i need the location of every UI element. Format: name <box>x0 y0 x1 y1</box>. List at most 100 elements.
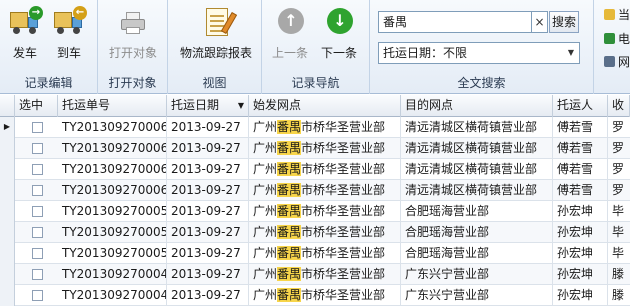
table-row[interactable]: TY201309270004 2013-09-27 广州番禺市桥华圣营业部 广东兴宁营… <box>0 264 630 285</box>
cell-shipper: 孙宏坤 <box>553 243 608 264</box>
origin-prefix: 广州 <box>253 267 278 281</box>
cell-shipper: 孙宏坤 <box>553 285 608 306</box>
cell-shipper: 孙宏坤 <box>553 264 608 285</box>
search-highlight: 番禺 <box>277 204 302 218</box>
group-record-edit: → 发车 ← 到车 记录编辑 <box>0 0 98 94</box>
row-selector[interactable] <box>0 243 15 264</box>
row-selector[interactable] <box>0 222 15 243</box>
cell-date: 2013-09-27 <box>167 243 249 264</box>
date-filter-value: 托运日期：不限 <box>383 46 468 60</box>
cell-destination: 广东兴宁营业部 <box>401 285 553 306</box>
tracking-report-button[interactable]: 物流跟踪报表 <box>174 6 258 61</box>
cell-date: 2013-09-27 <box>167 138 249 159</box>
row-selector[interactable] <box>0 285 15 306</box>
cell-waybill: TY201309270005 <box>58 201 167 222</box>
table-row[interactable]: TY201309270006 2013-09-27 广州番禺市桥华圣营业部 清远清城区… <box>0 180 630 201</box>
origin-prefix: 广州 <box>253 225 278 239</box>
search-highlight: 番禺 <box>277 288 302 302</box>
cell-receiver: 毕 <box>612 204 625 218</box>
column-header-date[interactable]: 托运日期 ▼ <box>167 95 249 117</box>
cell-origin: 广州番禺市桥华圣营业部 <box>249 117 401 138</box>
cell-receiver: 毕 <box>612 225 625 239</box>
column-header-origin[interactable]: 始发网点 <box>249 95 401 117</box>
cell-origin: 广州番禺市桥华圣营业部 <box>249 180 401 201</box>
group-record-nav: ↑ 上一条 ↓ 下一条 记录导航 <box>262 0 370 94</box>
column-header-receiver[interactable]: 收 <box>608 95 630 117</box>
column-header-destination[interactable]: 目的网点 <box>401 95 553 117</box>
table-row[interactable]: TY201309270006 2013-09-27 广州番禺市桥华圣营业部 清远清城区… <box>0 138 630 159</box>
table-row[interactable]: ▶ TY201309270006 2013-09-27 广州番禺市桥华圣营业部 清远清城… <box>0 117 630 138</box>
origin-suffix: 市桥华圣营业部 <box>301 120 386 134</box>
origin-prefix: 广州 <box>253 120 278 134</box>
cell-origin: 广州番禺市桥华圣营业部 <box>249 222 401 243</box>
search-highlight: 番禺 <box>277 267 302 281</box>
row-checkbox[interactable] <box>32 164 43 175</box>
search-input[interactable]: 番禺 <box>378 11 532 33</box>
origin-prefix: 广州 <box>253 141 278 155</box>
cell-shipper: 孙宏坤 <box>553 222 608 243</box>
cell-waybill: TY201309270006 <box>58 138 167 159</box>
row-checkbox[interactable] <box>32 185 43 196</box>
cell-date: 2013-09-27 <box>167 222 249 243</box>
cell-destination: 广东兴宁营业部 <box>401 264 553 285</box>
table-row[interactable]: TY201309270006 2013-09-27 广州番禺市桥华圣营业部 清远清城区… <box>0 159 630 180</box>
search-highlight: 番禺 <box>277 225 302 239</box>
prev-record-button[interactable]: ↑ 上一条 <box>268 6 312 61</box>
column-header-shipper[interactable]: 托运人 <box>553 95 608 117</box>
search-highlight: 番禺 <box>277 141 302 155</box>
table-row[interactable]: TY201309270004 2013-09-27 广州番禺市桥华圣营业部 广东兴宁营… <box>0 285 630 306</box>
arrive-button[interactable]: ← 到车 <box>49 6 89 61</box>
cell-receiver: 滕 <box>612 267 625 281</box>
group-label-record-nav: 记录导航 <box>291 76 340 90</box>
clear-search-button[interactable]: × <box>532 11 548 33</box>
origin-prefix: 广州 <box>253 204 278 218</box>
side-item-current[interactable]: 当 <box>604 6 630 24</box>
row-selector[interactable] <box>0 180 15 201</box>
table-row[interactable]: TY201309270005 2013-09-27 广州番禺市桥华圣营业部 合肥瑶海营… <box>0 222 630 243</box>
search-highlight: 番禺 <box>277 162 302 176</box>
row-checkbox[interactable] <box>32 206 43 217</box>
origin-prefix: 广州 <box>253 162 278 176</box>
group-print-object: 打开对象 打开对象 <box>98 0 168 94</box>
cell-waybill: TY201309270004 <box>58 264 167 285</box>
row-selector[interactable] <box>0 201 15 222</box>
truck-arrive-icon: ← <box>53 6 87 38</box>
search-button[interactable]: 搜索 <box>549 11 579 33</box>
row-checkbox[interactable] <box>32 143 43 154</box>
row-checkbox[interactable] <box>32 248 43 259</box>
row-checkbox[interactable] <box>32 122 43 133</box>
origin-prefix: 广州 <box>253 183 278 197</box>
group-view: 物流跟踪报表 视图 <box>168 0 262 94</box>
cell-destination: 合肥瑶海营业部 <box>401 222 553 243</box>
cell-waybill: TY201309270004 <box>58 285 167 306</box>
date-filter-select[interactable]: 托运日期：不限 ▼ <box>378 42 580 64</box>
row-selector[interactable] <box>0 264 15 285</box>
dispatch-button[interactable]: → 发车 <box>5 6 45 61</box>
group-label-print-object: 打开对象 <box>108 76 157 90</box>
table-row[interactable]: TY201309270005 2013-09-27 广州番禺市桥华圣营业部 合肥瑶海营… <box>0 243 630 264</box>
column-header-select[interactable]: 选中 <box>15 95 58 117</box>
cell-waybill: TY201309270006 <box>58 117 167 138</box>
origin-suffix: 市桥华圣营业部 <box>301 225 386 239</box>
row-selector[interactable]: ▶ <box>0 117 15 138</box>
row-checkbox[interactable] <box>32 290 43 301</box>
origin-suffix: 市桥华圣营业部 <box>301 162 386 176</box>
cell-destination: 合肥瑶海营业部 <box>401 201 553 222</box>
column-header-waybill[interactable]: 托运单号 <box>58 95 167 117</box>
cell-destination: 清远清城区横荷镇营业部 <box>401 138 553 159</box>
cell-origin: 广州番禺市桥华圣营业部 <box>249 264 401 285</box>
arrow-down-icon: ↓ <box>323 6 355 38</box>
row-selector[interactable] <box>0 138 15 159</box>
side-item-phone[interactable]: 电 <box>604 30 630 48</box>
next-record-button[interactable]: ↓ 下一条 <box>317 6 361 61</box>
row-checkbox[interactable] <box>32 227 43 238</box>
phone-icon <box>604 33 615 44</box>
row-selector[interactable] <box>0 159 15 180</box>
table-row[interactable]: TY201309270005 2013-09-27 广州番禺市桥华圣营业部 合肥瑶海营… <box>0 201 630 222</box>
origin-prefix: 广州 <box>253 246 278 260</box>
cell-shipper: 傅若雪 <box>553 159 608 180</box>
side-item-web[interactable]: 网 <box>604 53 630 71</box>
open-object-button[interactable]: 打开对象 <box>102 6 164 61</box>
group-label-record-edit: 记录编辑 <box>24 76 73 90</box>
row-checkbox[interactable] <box>32 269 43 280</box>
